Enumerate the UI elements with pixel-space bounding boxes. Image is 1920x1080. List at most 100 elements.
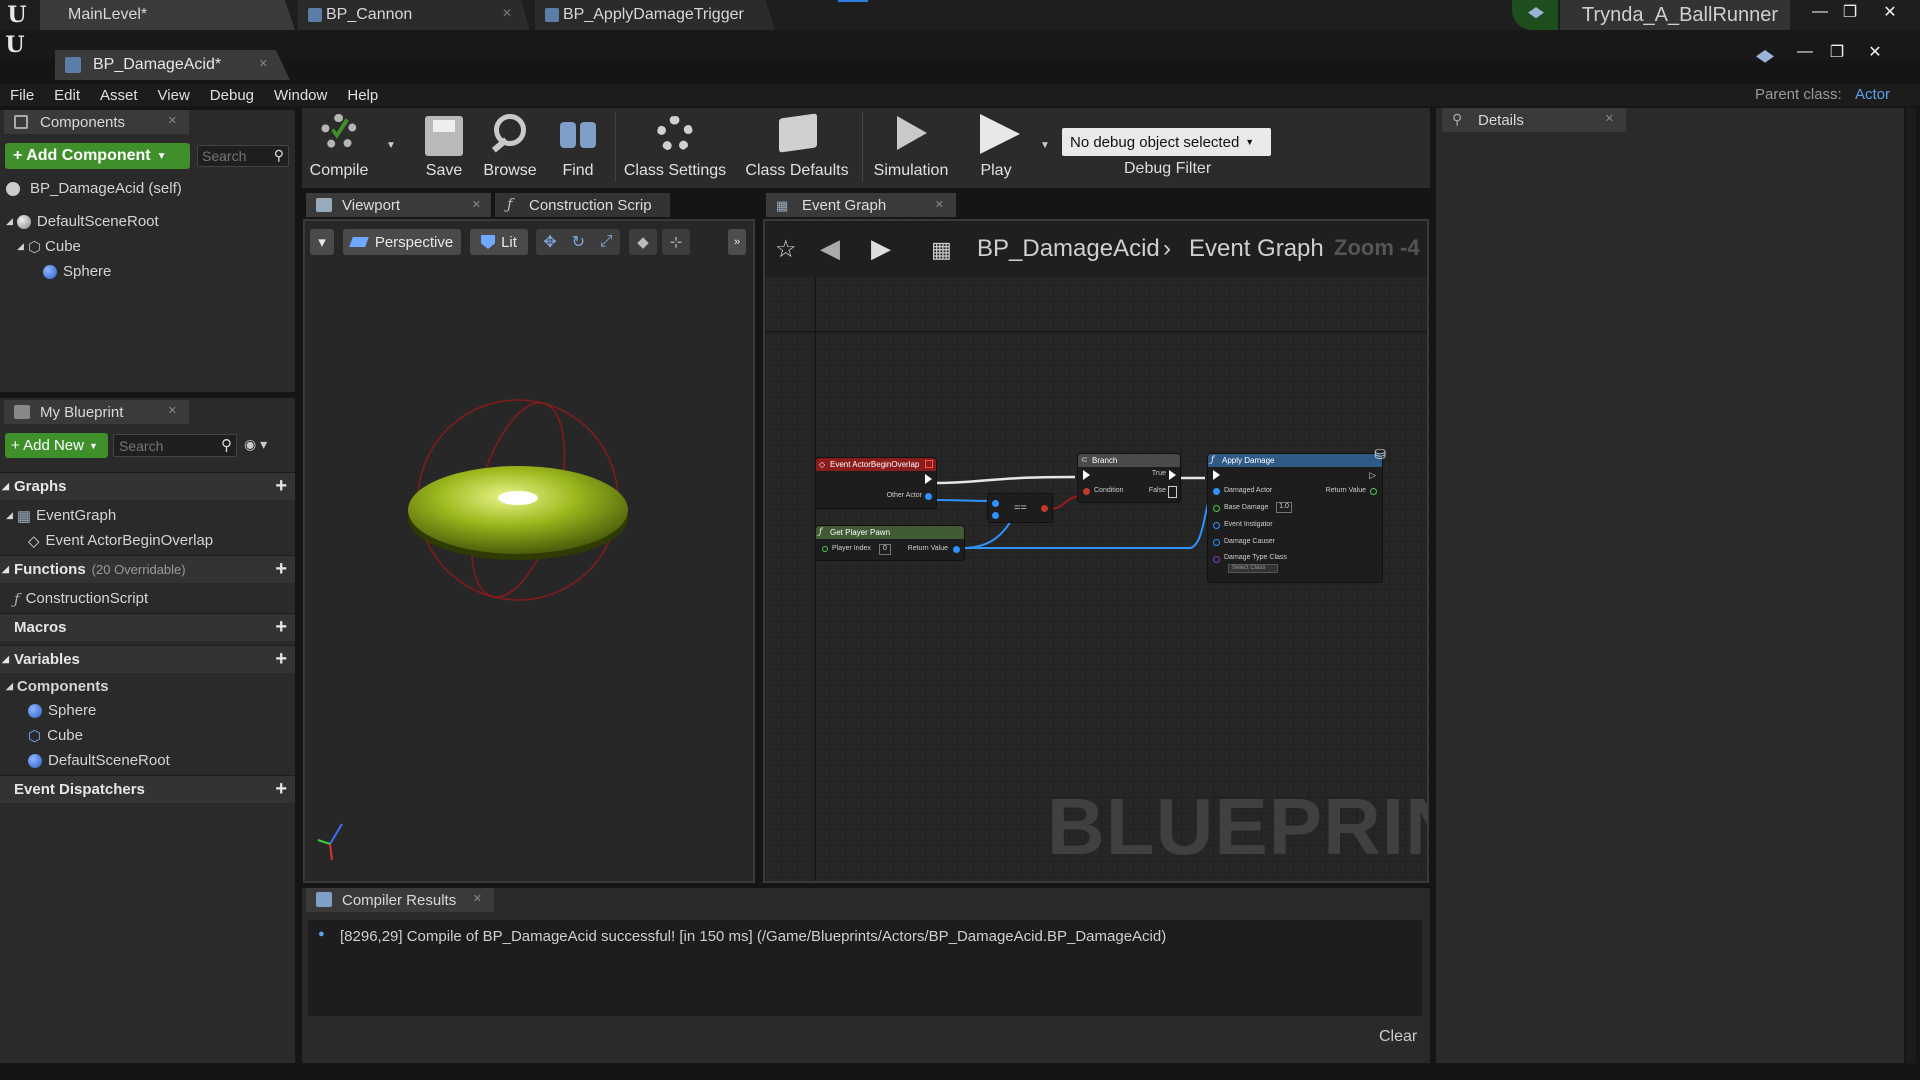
pin-dot-icon[interactable]: [925, 493, 932, 500]
exec-in-pin-icon[interactable]: [1083, 470, 1090, 480]
close-icon[interactable]: ✕: [472, 198, 481, 211]
viewport-options-chevron-icon[interactable]: ▾: [310, 229, 334, 255]
components-search[interactable]: ⚲: [197, 145, 289, 167]
perspective-button[interactable]: Perspective: [343, 229, 461, 255]
pin-dot-icon[interactable]: [1213, 556, 1220, 563]
restore-button[interactable]: ❐: [1822, 40, 1852, 64]
tree-item-sphere[interactable]: Sphere: [43, 259, 111, 284]
add-graph-plus-icon[interactable]: +: [275, 475, 287, 498]
my-blueprint-tab[interactable]: My Blueprint ✕: [4, 400, 189, 424]
clear-button[interactable]: Clear: [1379, 1028, 1417, 1046]
exec-out-pin-icon[interactable]: ▷: [1369, 470, 1376, 481]
tab-bp-applydamagetrigger[interactable]: BP_ApplyDamageTrigger: [535, 0, 775, 30]
move-icon[interactable]: ✥: [543, 232, 556, 252]
rotate-icon[interactable]: ↻: [572, 232, 585, 252]
select-class-dropdown[interactable]: Select Class: [1228, 564, 1278, 573]
close-button[interactable]: ✕: [1860, 40, 1890, 64]
transform-tools[interactable]: ✥ ↻ ⤢: [536, 229, 620, 255]
pin-dot-icon[interactable]: [953, 546, 960, 553]
add-component-button[interactable]: + Add Component ▼: [5, 143, 190, 169]
variable-cube[interactable]: ⬡ Cube: [28, 723, 83, 748]
debug-object-select[interactable]: No debug object selected ▼: [1062, 128, 1271, 156]
tab-construction-script[interactable]: ƒ Construction Scrip: [495, 193, 670, 217]
class-settings-button[interactable]: Class Settings: [622, 110, 728, 184]
variable-sphere[interactable]: Sphere: [28, 698, 96, 723]
section-variables[interactable]: ◢ Variables +: [0, 645, 295, 673]
pin-dot-icon[interactable]: [1213, 522, 1220, 529]
menu-edit[interactable]: Edit: [44, 87, 90, 104]
add-new-button[interactable]: + Add New ▼: [5, 433, 108, 458]
add-macro-plus-icon[interactable]: +: [275, 616, 287, 639]
minimize-button[interactable]: —: [1790, 40, 1820, 64]
scale-icon[interactable]: ⤢: [600, 233, 613, 251]
visibility-eye-icon[interactable]: ◉ ▾: [244, 436, 267, 453]
pin-dot-icon[interactable]: [822, 546, 828, 552]
parent-class-link[interactable]: Actor: [1855, 86, 1890, 103]
section-graphs[interactable]: ◢ Graphs +: [0, 472, 295, 500]
menu-window[interactable]: Window: [264, 87, 337, 104]
pin-dot-icon[interactable]: [1213, 539, 1220, 546]
pin-dot-icon[interactable]: [1213, 505, 1220, 512]
exec-out-pin-icon[interactable]: [1168, 486, 1177, 498]
section-event-dispatchers[interactable]: Event Dispatchers +: [0, 775, 295, 803]
exec-out-pin-icon[interactable]: [925, 474, 932, 484]
class-defaults-button[interactable]: Class Defaults: [742, 110, 852, 184]
node-branch[interactable]: Branch ⊂ True Condition False: [1077, 453, 1181, 503]
menu-view[interactable]: View: [148, 87, 200, 104]
play-options-chevron-icon[interactable]: ▼: [1040, 140, 1050, 151]
tree-item-constructionscript[interactable]: ƒ ConstructionScript: [14, 586, 148, 611]
tree-item-eventgraph[interactable]: ◢ ▦ EventGraph: [6, 503, 116, 528]
add-function-plus-icon[interactable]: +: [275, 558, 287, 581]
tree-item-self[interactable]: BP_DamageAcid (self): [6, 176, 182, 201]
close-icon[interactable]: ✕: [473, 892, 482, 905]
minimize-button[interactable]: —: [1805, 0, 1835, 24]
compiler-results-tab[interactable]: Compiler Results ✕: [306, 888, 494, 912]
right-scrollbar[interactable]: [1906, 108, 1916, 1063]
node-equals[interactable]: ==: [987, 493, 1053, 523]
tab-mainlevel[interactable]: MainLevel*: [40, 0, 295, 30]
close-icon[interactable]: ✕: [168, 114, 177, 127]
menu-file[interactable]: File: [0, 87, 44, 104]
close-icon[interactable]: ✕: [168, 404, 177, 417]
close-icon[interactable]: ✕: [1605, 112, 1614, 125]
save-button[interactable]: Save: [412, 110, 476, 184]
menu-debug[interactable]: Debug: [200, 87, 264, 104]
pin-dot-icon[interactable]: [1213, 488, 1220, 495]
compile-options-chevron-icon[interactable]: ▼: [386, 140, 396, 151]
viewport-more-icon[interactable]: »: [728, 229, 746, 255]
close-button[interactable]: ✕: [1875, 0, 1905, 24]
components-tab[interactable]: Components ✕: [4, 110, 189, 134]
section-functions[interactable]: ◢ Functions (20 Overridable) +: [0, 555, 295, 583]
add-dispatcher-plus-icon[interactable]: +: [275, 778, 287, 801]
pin-dot-icon[interactable]: [1370, 488, 1377, 495]
event-graph-canvas[interactable]: ☆ ◀ ▶ ▦ BP_DamageAcid › Event Graph Zoom…: [763, 219, 1429, 883]
node-get-player-pawn[interactable]: Get Player Pawn ƒ Player Index 0 Return …: [815, 525, 965, 561]
doc-tab-bp-damageacid[interactable]: BP_DamageAcid* ✕: [55, 50, 290, 80]
menu-asset[interactable]: Asset: [90, 87, 148, 104]
components-search-input[interactable]: [202, 148, 264, 164]
variable-defaultsceneroot[interactable]: DefaultSceneRoot: [28, 748, 170, 773]
node-apply-damage[interactable]: Apply Damage ƒ ⛁ ▷ Damaged Actor Return …: [1207, 446, 1386, 583]
details-tab[interactable]: ⚲ Details ✕: [1442, 108, 1626, 132]
play-button[interactable]: Play: [960, 110, 1032, 184]
close-icon[interactable]: ✕: [259, 57, 268, 70]
node-event-actorbeginoverlap[interactable]: Event ActorBeginOverlap ◇ Other Actor: [815, 457, 937, 509]
menu-help[interactable]: Help: [337, 87, 388, 104]
player-index-input[interactable]: 0: [879, 544, 891, 555]
graduation-cap-icon[interactable]: [1756, 50, 1774, 63]
my-blueprint-search-input[interactable]: [119, 438, 209, 454]
grid-snap-icon[interactable]: ⊹: [662, 229, 690, 255]
exec-in-pin-icon[interactable]: [1213, 470, 1220, 480]
find-button[interactable]: Find: [546, 110, 610, 184]
pin-dot-icon[interactable]: [1083, 488, 1090, 495]
pin-dot-icon[interactable]: [1041, 505, 1048, 512]
compile-button[interactable]: Compile: [305, 110, 373, 184]
lit-button[interactable]: Lit: [470, 229, 528, 255]
restore-button[interactable]: ❐: [1835, 0, 1865, 24]
simulation-button[interactable]: Simulation: [868, 110, 954, 184]
my-blueprint-search[interactable]: ⚲: [113, 434, 237, 457]
pin-dot-icon[interactable]: [992, 512, 999, 519]
exec-out-pin-icon[interactable]: [1169, 470, 1176, 480]
tab-viewport[interactable]: Viewport ✕: [306, 193, 491, 217]
browse-button[interactable]: Browse: [478, 110, 542, 184]
